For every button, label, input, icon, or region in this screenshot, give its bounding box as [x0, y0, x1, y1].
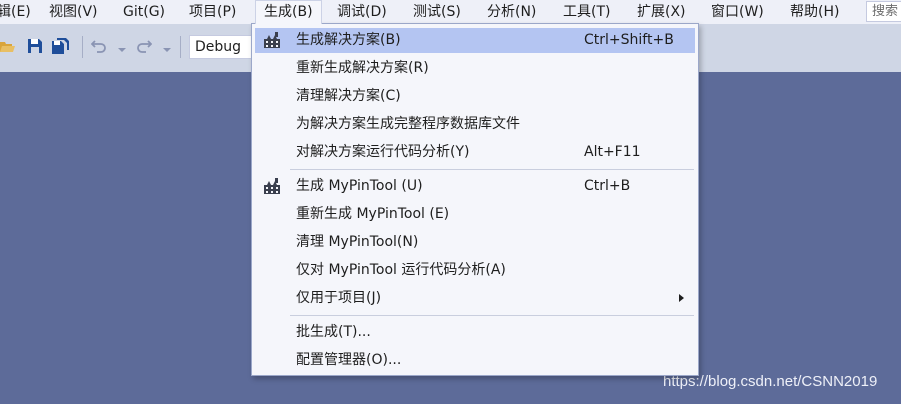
menu-item-label: 配置管理器(O)...	[296, 352, 402, 368]
open-folder-icon[interactable]	[0, 38, 16, 54]
menu-item-label: 对解决方案运行代码分析(Y)	[296, 144, 470, 160]
menu-analyze[interactable]: 分析(N)	[487, 0, 536, 24]
menu-separator	[290, 169, 694, 170]
menu-bar: 辑(E) 视图(V) Git(G) 项目(P) 生成(B) 调试(D) 测试(S…	[0, 0, 901, 24]
build-icon	[263, 32, 281, 49]
build-menu: 生成解决方案(B) Ctrl+Shift+B 重新生成解决方案(R) 清理解决方…	[251, 23, 699, 376]
menu-item-rebuild-project[interactable]: 重新生成 MyPinTool (E)	[255, 202, 695, 227]
menu-item-generate-pdb[interactable]: 为解决方案生成完整程序数据库文件	[255, 112, 695, 137]
menu-git[interactable]: Git(G)	[123, 0, 165, 24]
configuration-dropdown[interactable]: Debug	[189, 35, 253, 59]
search-input[interactable]: 搜索	[866, 1, 901, 22]
menu-item-label: 批生成(T)...	[296, 324, 371, 340]
menu-edit[interactable]: 辑(E)	[0, 0, 31, 24]
menu-tools[interactable]: 工具(T)	[563, 0, 610, 24]
menu-item-project-only[interactable]: 仅用于项目(J)	[255, 286, 695, 311]
save-all-icon[interactable]	[52, 38, 69, 54]
toolbar-separator	[82, 36, 83, 58]
menu-item-rebuild-solution[interactable]: 重新生成解决方案(R)	[255, 56, 695, 81]
menu-debug[interactable]: 调试(D)	[337, 0, 387, 24]
menu-item-label: 生成 MyPinTool (U)	[296, 178, 423, 194]
menu-view[interactable]: 视图(V)	[49, 0, 98, 24]
menu-item-label: 清理 MyPinTool(N)	[296, 234, 419, 250]
menu-item-clean-solution[interactable]: 清理解决方案(C)	[255, 84, 695, 109]
chevron-down-icon[interactable]	[163, 42, 171, 52]
menu-item-label: 清理解决方案(C)	[296, 88, 401, 104]
menu-item-label: 生成解决方案(B)	[296, 32, 401, 48]
menu-item-label: 仅用于项目(J)	[296, 290, 382, 306]
menu-separator	[290, 315, 694, 316]
undo-icon[interactable]	[90, 38, 107, 54]
menu-item-run-code-analysis-solution[interactable]: 对解决方案运行代码分析(Y) Alt+F11	[255, 140, 695, 165]
menu-help[interactable]: 帮助(H)	[790, 0, 839, 24]
menu-item-run-code-analysis-project[interactable]: 仅对 MyPinTool 运行代码分析(A)	[255, 258, 695, 283]
save-icon[interactable]	[27, 38, 43, 54]
menu-item-configuration-manager[interactable]: 配置管理器(O)...	[255, 348, 695, 373]
menu-build[interactable]: 生成(B)	[255, 0, 322, 24]
menu-item-build-solution[interactable]: 生成解决方案(B) Ctrl+Shift+B	[255, 28, 695, 53]
build-icon	[263, 178, 281, 195]
menu-item-label: 为解决方案生成完整程序数据库文件	[296, 116, 520, 132]
menu-item-build-project[interactable]: 生成 MyPinTool (U) Ctrl+B	[255, 174, 695, 199]
menu-item-label: 仅对 MyPinTool 运行代码分析(A)	[296, 262, 506, 278]
redo-icon[interactable]	[136, 38, 153, 54]
submenu-arrow-icon	[679, 294, 684, 302]
menu-item-label: 重新生成 MyPinTool (E)	[296, 206, 450, 222]
menu-item-clean-project[interactable]: 清理 MyPinTool(N)	[255, 230, 695, 255]
menu-project[interactable]: 项目(P)	[189, 0, 236, 24]
menu-item-batch-build[interactable]: 批生成(T)...	[255, 320, 695, 345]
menu-item-shortcut: Alt+F11	[584, 144, 641, 160]
menu-item-shortcut: Ctrl+B	[584, 178, 631, 194]
menu-test[interactable]: 测试(S)	[413, 0, 461, 24]
chevron-down-icon[interactable]	[118, 42, 126, 52]
menu-extensions[interactable]: 扩展(X)	[637, 0, 686, 24]
menu-window[interactable]: 窗口(W)	[711, 0, 764, 24]
menu-item-label: 重新生成解决方案(R)	[296, 60, 429, 76]
menu-item-shortcut: Ctrl+Shift+B	[584, 32, 674, 48]
toolbar-separator	[180, 36, 181, 58]
